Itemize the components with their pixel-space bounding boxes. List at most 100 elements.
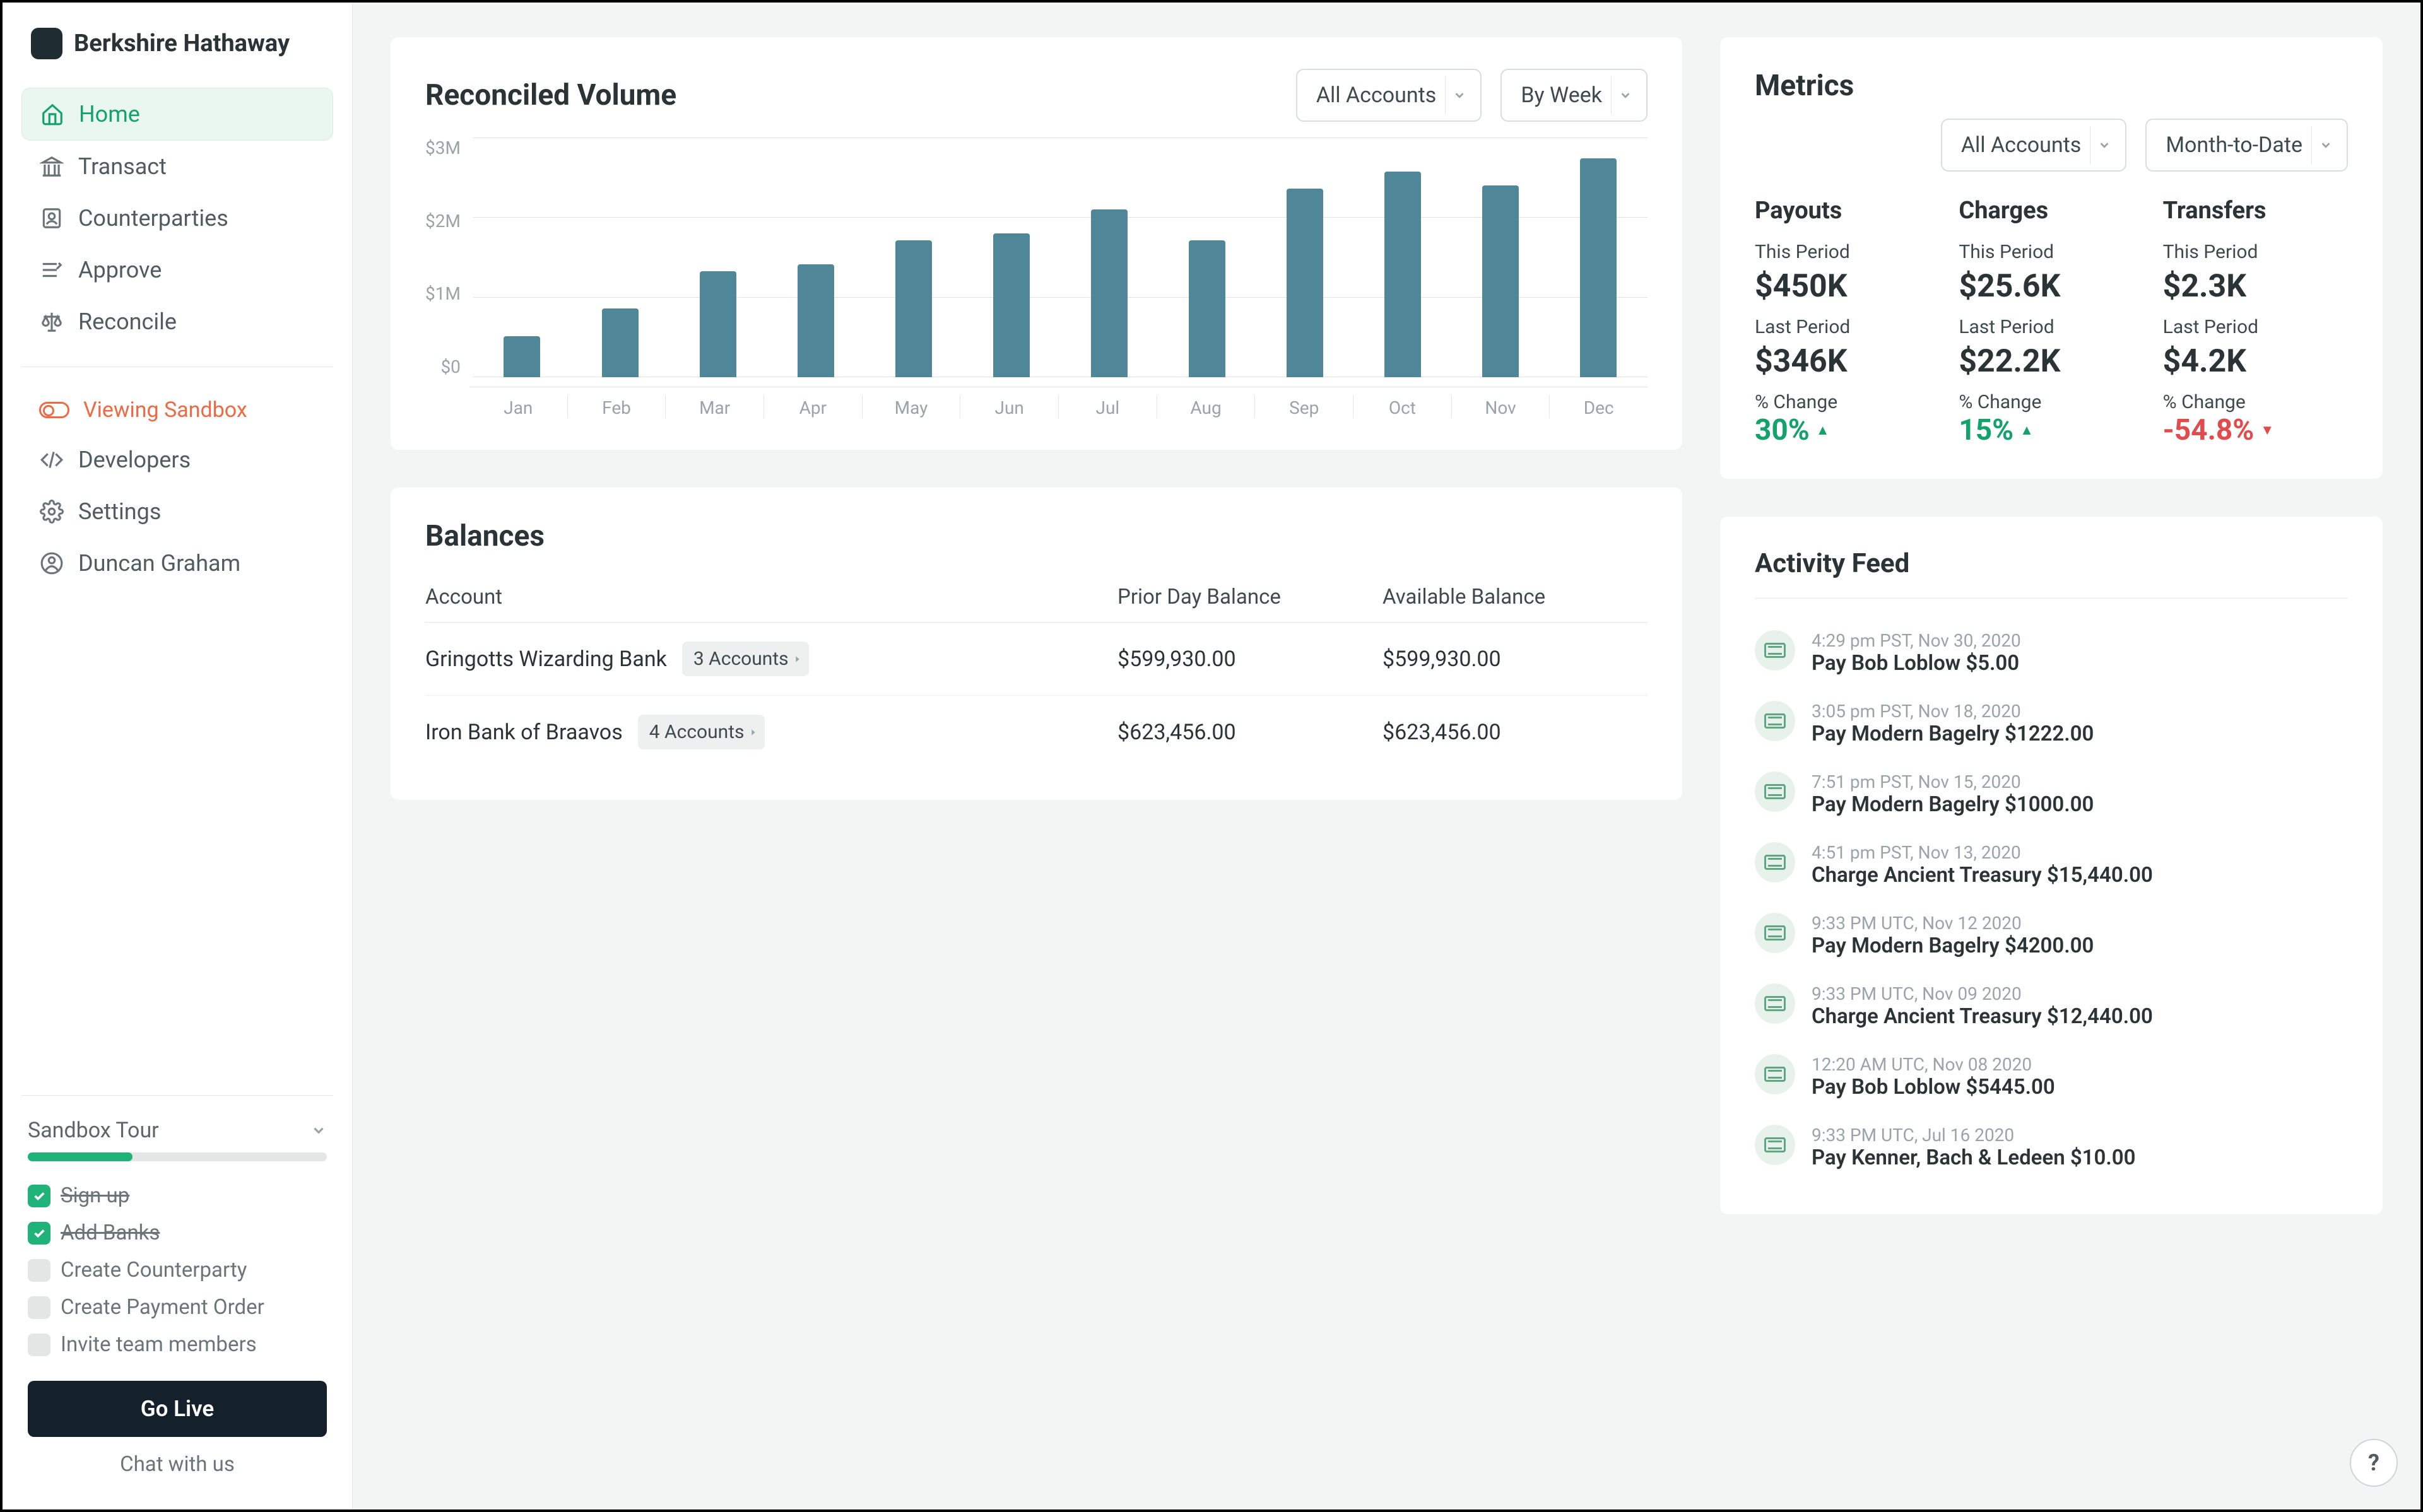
home-icon [40, 102, 65, 127]
metric-this-value: $450K [1755, 268, 1940, 305]
accounts-badge[interactable]: 3 Accounts [682, 642, 809, 676]
chart-bar [1189, 240, 1225, 377]
sidebar-item-label: Transact [78, 153, 167, 180]
metric-name: Charges [1959, 197, 2143, 225]
bank-icon [39, 154, 64, 179]
metric-name: Payouts [1755, 197, 1940, 225]
x-tick: Mar [666, 395, 764, 418]
period-select[interactable]: By Week [1500, 69, 1648, 122]
table-row[interactable]: Gringotts Wizarding Bank3 Accounts$599,9… [425, 623, 1648, 696]
metrics-account-select[interactable]: All Accounts [1941, 119, 2127, 172]
feed-item[interactable]: 4:29 pm PST, Nov 30, 2020Pay Bob Loblow … [1755, 618, 2348, 688]
checkbox-checked-icon [28, 1185, 50, 1207]
toggle-icon [39, 402, 69, 418]
metric-change: 30% ▲ [1755, 413, 1830, 447]
accounts-badge[interactable]: 4 Accounts [638, 715, 765, 749]
feed-title: Activity Feed [1755, 548, 2348, 579]
money-icon [1755, 913, 1795, 953]
money-icon [1755, 630, 1795, 671]
money-icon [1755, 983, 1795, 1024]
feed-item[interactable]: 12:20 AM UTC, Nov 08 2020Pay Bob Loblow … [1755, 1041, 2348, 1112]
metric-label: This Period [1755, 241, 1940, 263]
tour-item[interactable]: Create Counterparty [21, 1251, 333, 1289]
select-value: Month-to-Date [2166, 132, 2302, 158]
money-icon [1755, 842, 1795, 882]
tour-progress [28, 1152, 327, 1161]
chart-bar [602, 308, 639, 377]
prior-balance: $599,930.00 [1117, 647, 1382, 672]
feed-text: Charge Ancient Treasury $12,440.00 [1812, 1004, 2153, 1029]
arrow-up-icon: ▲ [2020, 422, 2034, 438]
metrics-card: Metrics All Accounts Month-to-Date Payou… [1720, 37, 2383, 479]
available-balance: $623,456.00 [1382, 720, 1648, 745]
go-live-button[interactable]: Go Live [28, 1381, 327, 1437]
feed-item[interactable]: 4:51 pm PST, Nov 13, 2020Charge Ancient … [1755, 829, 2348, 900]
card-title: Metrics [1755, 69, 1854, 103]
feed-timestamp: 9:33 PM UTC, Nov 12 2020 [1812, 913, 2094, 934]
feed-item[interactable]: 3:05 pm PST, Nov 18, 2020Pay Modern Bage… [1755, 688, 2348, 759]
user-icon [39, 551, 64, 576]
chart-bar [504, 336, 540, 377]
prior-balance: $623,456.00 [1117, 720, 1382, 745]
sidebar-item-label: Settings [78, 498, 161, 525]
sidebar-item-label: Approve [78, 257, 162, 283]
money-icon [1755, 771, 1795, 812]
sidebar-item-counterparties[interactable]: Counterparties [21, 192, 333, 244]
sidebar-separator [21, 366, 333, 367]
sidebar-item-settings[interactable]: Settings [21, 486, 333, 537]
code-icon [39, 447, 64, 472]
chat-link[interactable]: Chat with us [21, 1445, 333, 1484]
brand: Berkshire Hathaway [21, 28, 333, 59]
tour-item-label: Create Payment Order [61, 1295, 264, 1320]
tour-item-label: Add Banks [61, 1221, 160, 1245]
metric-change: 15% ▲ [1959, 413, 2034, 447]
user-name: Duncan Graham [78, 550, 240, 577]
x-axis: JanFebMarAprMayJunJulAugSepOctNovDec [469, 387, 1648, 418]
sidebar-item-transact[interactable]: Transact [21, 141, 333, 192]
x-tick: Dec [1550, 395, 1648, 418]
sidebar-item-home[interactable]: Home [21, 88, 333, 141]
chevron-down-icon [2097, 138, 2111, 152]
sidebar-item-approve[interactable]: Approve [21, 244, 333, 296]
metrics-period-select[interactable]: Month-to-Date [2145, 119, 2348, 172]
x-tick: Oct [1353, 395, 1452, 418]
tour-item[interactable]: Sign up [21, 1177, 333, 1214]
tour-item[interactable]: Invite team members [21, 1326, 333, 1363]
feed-item[interactable]: 9:33 PM UTC, Nov 09 2020Charge Ancient T… [1755, 971, 2348, 1041]
main-content: Reconciled Volume All Accounts By Week [353, 3, 2420, 1509]
feed-timestamp: 9:33 PM UTC, Jul 16 2020 [1812, 1125, 2135, 1146]
y-tick: $3M [425, 138, 461, 158]
x-tick: Nov [1452, 395, 1550, 418]
money-icon [1755, 1054, 1795, 1094]
sidebar-item-reconcile[interactable]: Reconcile [21, 296, 333, 348]
feed-item[interactable]: 9:33 PM UTC, Nov 12 2020Pay Modern Bagel… [1755, 900, 2348, 971]
metric-label: % Change [2163, 391, 2348, 413]
sidebar-item-user[interactable]: Duncan Graham [21, 537, 333, 589]
x-tick: Aug [1157, 395, 1256, 418]
x-tick: Jul [1059, 395, 1157, 418]
checkbox-empty-icon [28, 1296, 50, 1319]
metric-label: % Change [1755, 391, 1940, 413]
feed-item[interactable]: 9:33 PM UTC, Jul 16 2020Pay Kenner, Bach… [1755, 1112, 2348, 1183]
sandbox-toggle-row[interactable]: Viewing Sandbox [21, 386, 333, 434]
sidebar-item-developers[interactable]: Developers [21, 434, 333, 486]
x-tick: May [863, 395, 961, 418]
col-available: Available Balance [1382, 585, 1648, 609]
checkbox-empty-icon [28, 1333, 50, 1356]
bar-chart: $3M$2M$1M$0 JanFebMarAprMayJunJulAugSepO… [425, 138, 1648, 418]
x-tick: Jun [960, 395, 1059, 418]
account-select[interactable]: All Accounts [1296, 69, 1482, 122]
tour-item[interactable]: Create Payment Order [21, 1289, 333, 1326]
tour-header[interactable]: Sandbox Tour [21, 1118, 333, 1152]
feed-text: Pay Kenner, Bach & Ledeen $10.00 [1812, 1146, 2135, 1170]
tour-title: Sandbox Tour [28, 1118, 159, 1143]
col-account: Account [425, 585, 1117, 609]
metric-label: This Period [2163, 241, 2348, 263]
feed-item[interactable]: 7:51 pm PST, Nov 15, 2020Pay Modern Bage… [1755, 759, 2348, 829]
chevron-down-icon [2319, 138, 2333, 152]
help-button[interactable]: ? [2350, 1439, 2398, 1487]
tour-item-label: Invite team members [61, 1332, 257, 1357]
y-axis: $3M$2M$1M$0 [425, 138, 473, 377]
table-row[interactable]: Iron Bank of Braavos4 Accounts$623,456.0… [425, 696, 1648, 768]
tour-item[interactable]: Add Banks [21, 1214, 333, 1251]
